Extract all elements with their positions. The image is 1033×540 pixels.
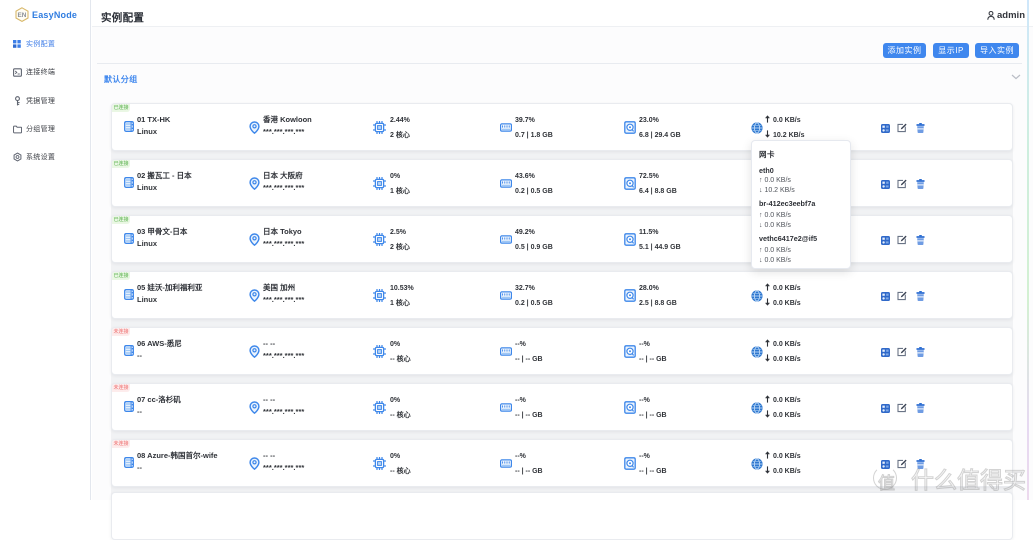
svg-text:EN: EN	[18, 12, 27, 19]
